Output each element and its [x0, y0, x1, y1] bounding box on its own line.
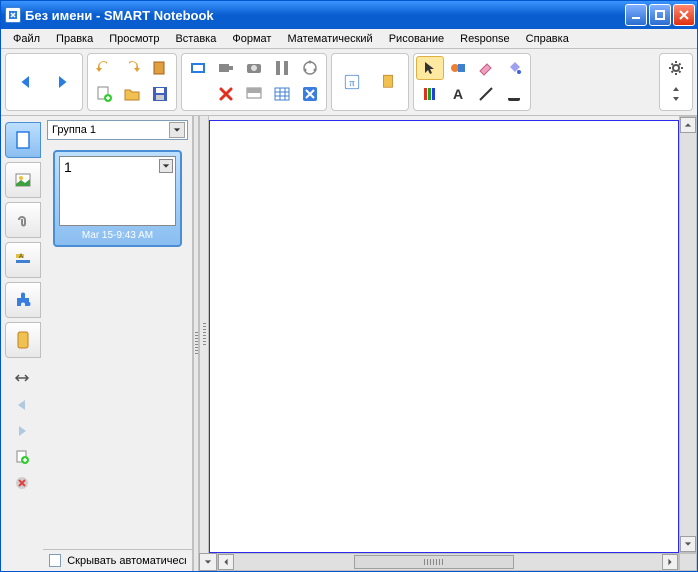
fullscreen-button[interactable] — [296, 82, 324, 106]
close-button[interactable] — [673, 4, 695, 26]
auto-hide-row: Скрывать автоматически — [43, 549, 192, 571]
vertical-scrollbar[interactable] — [679, 116, 697, 553]
menu-edit[interactable]: Правка — [48, 31, 101, 47]
page-sorter-panel: Группа 1 1 Mar 15-9:43 AM Скрывать автом… — [43, 116, 193, 571]
left-tab-strip: A — [1, 116, 43, 571]
scroll-corner-down[interactable] — [199, 553, 217, 571]
chevron-down-icon[interactable] — [169, 122, 185, 138]
page-thumbnail[interactable]: 1 Mar 15-9:43 AM — [53, 150, 182, 247]
maximize-button[interactable] — [649, 4, 671, 26]
fill-tool-button[interactable] — [500, 56, 528, 80]
delete-button[interactable] — [212, 82, 240, 106]
undo-button[interactable] — [90, 56, 118, 80]
svg-text:π: π — [349, 78, 355, 89]
scroll-down-button[interactable] — [680, 536, 696, 552]
show-hide-button[interactable] — [370, 56, 406, 108]
menu-file[interactable]: Файл — [5, 31, 48, 47]
insert-table-button[interactable] — [268, 82, 296, 106]
response-tab[interactable] — [5, 322, 41, 358]
menu-math[interactable]: Математический — [279, 31, 380, 47]
title-bar: Без имени - SMART Notebook — [1, 1, 697, 29]
scroll-left-button[interactable] — [218, 554, 234, 570]
screen-shade-button[interactable] — [240, 82, 268, 106]
creative-pen-button[interactable] — [500, 82, 528, 106]
panel-delete-button[interactable] — [8, 472, 36, 494]
hscroll-thumb[interactable] — [354, 555, 514, 569]
menu-help[interactable]: Справка — [518, 31, 577, 47]
menu-response[interactable]: Response — [452, 31, 518, 47]
page-number: 1 — [64, 159, 72, 175]
camera-button[interactable] — [240, 56, 268, 80]
svg-text:A: A — [19, 254, 23, 260]
redo-button[interactable] — [118, 56, 146, 80]
minimize-button[interactable] — [625, 4, 647, 26]
save-button[interactable] — [146, 82, 174, 106]
scroll-corner — [679, 553, 697, 571]
menu-insert[interactable]: Вставка — [167, 31, 224, 47]
select-tool-button[interactable] — [416, 56, 444, 80]
collapse-panel-button[interactable] — [12, 368, 32, 388]
auto-hide-checkbox[interactable] — [49, 554, 61, 567]
next-page-button[interactable] — [44, 56, 80, 108]
add-page-button[interactable] — [90, 82, 118, 106]
geogebra-button[interactable] — [296, 56, 324, 80]
page-sorter-tab[interactable] — [5, 122, 41, 158]
properties-tab[interactable]: A — [5, 242, 41, 278]
canvas-left-splitter[interactable] — [199, 116, 209, 553]
main-toolbar: π A — [1, 49, 697, 116]
horizontal-scrollbar[interactable] — [217, 553, 679, 571]
page-canvas[interactable] — [209, 120, 679, 553]
screen-capture-button[interactable] — [184, 56, 212, 80]
group-select[interactable]: Группа 1 — [47, 120, 188, 140]
insert-ruler-button[interactable] — [268, 56, 296, 80]
text-tool-button[interactable]: A — [444, 82, 472, 106]
panel-add-button[interactable] — [8, 446, 36, 468]
menu-view[interactable]: Просмотр — [101, 31, 167, 47]
gallery-tab[interactable] — [5, 162, 41, 198]
math-pi-button[interactable]: π — [334, 56, 370, 108]
app-icon — [5, 7, 21, 23]
scroll-right-button[interactable] — [662, 554, 678, 570]
eraser-button[interactable] — [472, 56, 500, 80]
panel-next-button[interactable] — [8, 420, 36, 442]
scroll-up-button[interactable] — [680, 117, 696, 133]
attachments-tab[interactable] — [5, 202, 41, 238]
addons-tab[interactable] — [5, 282, 41, 318]
group-select-label: Группа 1 — [52, 124, 96, 136]
menu-format[interactable]: Формат — [224, 31, 279, 47]
shape-tool-button[interactable] — [444, 56, 472, 80]
line-tool-button[interactable] — [472, 82, 500, 106]
pens-button[interactable] — [416, 82, 444, 106]
document-camera-button[interactable] — [212, 56, 240, 80]
window-title: Без имени - SMART Notebook — [25, 8, 625, 23]
panel-prev-button[interactable] — [8, 394, 36, 416]
menu-draw[interactable]: Рисование — [381, 31, 452, 47]
auto-hide-label: Скрывать автоматически — [67, 555, 186, 567]
move-toolbar-button[interactable] — [662, 82, 690, 106]
settings-button[interactable] — [662, 56, 690, 80]
menu-bar: Файл Правка Просмотр Вставка Формат Мате… — [1, 29, 697, 49]
paste-button[interactable] — [146, 56, 174, 80]
svg-text:A: A — [453, 86, 463, 102]
prev-page-button[interactable] — [8, 56, 44, 108]
thumbnail-menu-button[interactable] — [159, 159, 173, 173]
open-button[interactable] — [118, 82, 146, 106]
thumbnail-timestamp: Mar 15-9:43 AM — [59, 226, 176, 241]
